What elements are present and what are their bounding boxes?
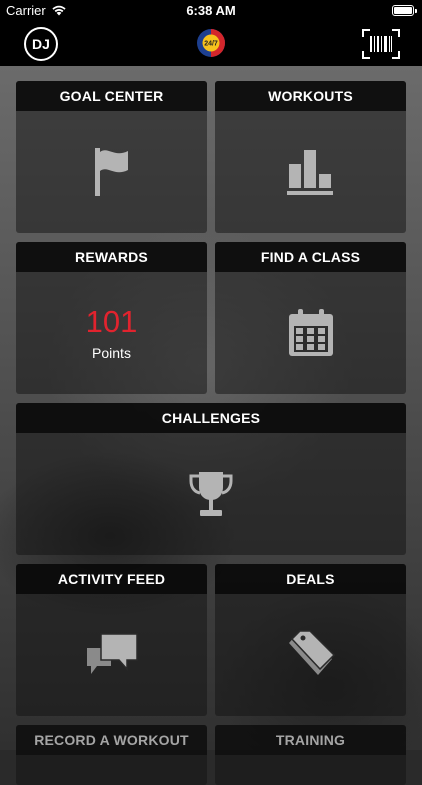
tile-goal-center[interactable]: GOAL CENTER <box>16 81 207 233</box>
tile-deals[interactable]: DEALS <box>215 564 406 716</box>
tile-title: WORKOUTS <box>215 81 406 111</box>
tile-training[interactable]: TRAINING <box>215 725 406 785</box>
tile-title: GOAL CENTER <box>16 81 207 111</box>
battery-icon <box>392 5 417 16</box>
trophy-icon <box>189 472 233 516</box>
clock: 6:38 AM <box>186 3 236 18</box>
bar-chart-icon <box>286 150 333 195</box>
tile-title: TRAINING <box>215 725 406 755</box>
tile-find-a-class[interactable]: FIND A CLASS <box>215 242 406 394</box>
tile-record-a-workout[interactable]: RECORD A WORKOUT <box>16 725 207 785</box>
tile-activity-feed[interactable]: ACTIVITY FEED <box>16 564 207 716</box>
tile-title: CHALLENGES <box>16 403 406 433</box>
tile-rewards[interactable]: REWARDS 101 Points <box>16 242 207 394</box>
logo-text: 24/7 <box>204 41 218 48</box>
status-bar: Carrier 6:38 AM <box>0 0 422 22</box>
tile-title: DEALS <box>215 564 406 594</box>
calendar-icon <box>288 309 333 356</box>
tile-workouts[interactable]: WORKOUTS <box>215 81 406 233</box>
nav-bar: DJ 24/7 <box>0 22 422 66</box>
tile-title: ACTIVITY FEED <box>16 564 207 594</box>
gym-logo: 24/7 <box>197 29 225 57</box>
tile-title: REWARDS <box>16 242 207 272</box>
flag-icon <box>94 148 128 196</box>
avatar[interactable]: DJ <box>24 27 58 61</box>
barcode-scan-icon[interactable] <box>362 29 400 59</box>
tile-title: FIND A CLASS <box>215 242 406 272</box>
tile-title: RECORD A WORKOUT <box>16 725 207 755</box>
price-tags-icon <box>288 630 335 675</box>
rewards-points-label: Points <box>92 345 131 361</box>
chat-bubbles-icon <box>86 633 138 674</box>
tile-challenges[interactable]: CHALLENGES <box>16 403 406 555</box>
rewards-points-value: 101 <box>85 304 138 339</box>
